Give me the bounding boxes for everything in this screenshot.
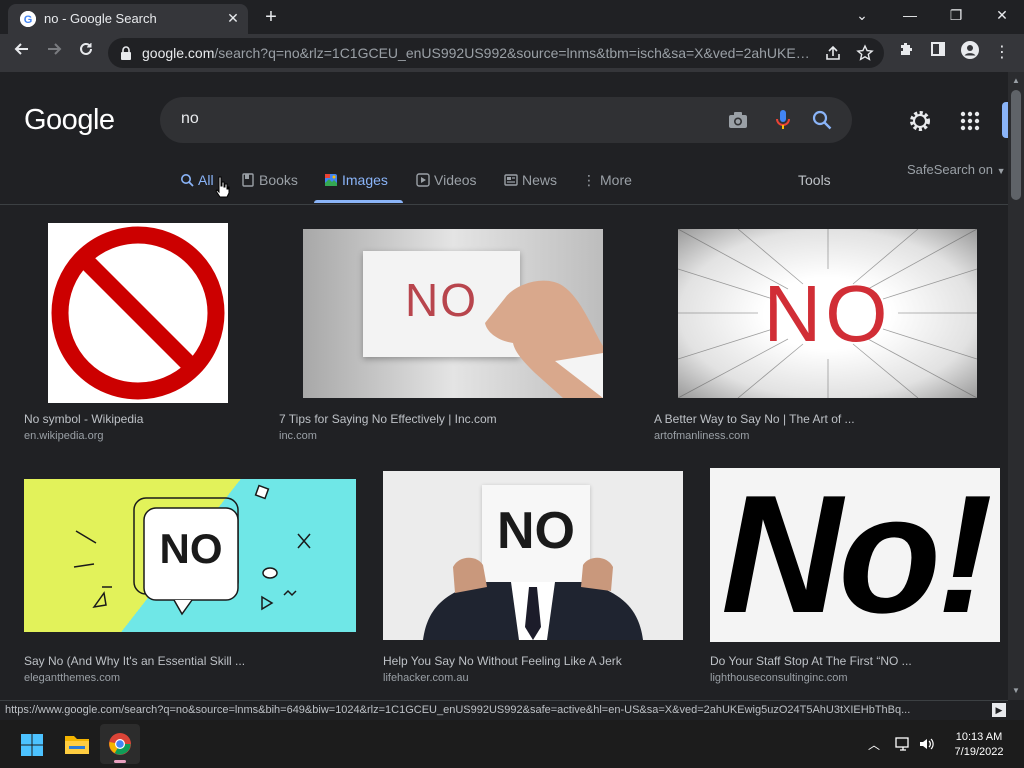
result-image[interactable]: NO	[383, 471, 683, 640]
bookmark-star-icon[interactable]	[856, 44, 874, 62]
side-panel-icon[interactable]	[926, 41, 950, 65]
scroll-up-icon[interactable]: ▲	[1012, 76, 1020, 85]
result-image[interactable]: NO	[303, 229, 603, 398]
status-url: https://www.google.com/search?q=no&sourc…	[5, 704, 911, 716]
address-bar[interactable]: google.com/search?q=no&rlz=1C1GCEU_enUS9…	[108, 38, 884, 68]
tab-news[interactable]: News	[504, 168, 557, 204]
settings-gear-icon[interactable]	[906, 107, 934, 135]
profile-avatar-icon[interactable]	[958, 41, 982, 65]
chrome-taskbar-button[interactable]	[100, 724, 140, 764]
link-status-bubble: https://www.google.com/search?q=no&sourc…	[0, 700, 1008, 720]
new-tab-button[interactable]: +	[260, 6, 282, 28]
result-image[interactable]: NO	[24, 479, 356, 632]
running-indicator	[114, 760, 126, 763]
volume-icon[interactable]	[918, 735, 936, 753]
url-text: google.com/search?q=no&rlz=1C1GCEU_enUS9…	[142, 45, 814, 61]
result-title[interactable]: No symbol - Wikipedia	[24, 412, 143, 426]
tools-button[interactable]: Tools	[798, 168, 831, 204]
image-text: No!	[721, 468, 993, 642]
tab-all[interactable]: All	[180, 168, 214, 204]
clock-date: 7/19/2022	[954, 746, 1004, 758]
play-icon	[416, 173, 430, 187]
image-icon	[325, 174, 337, 186]
search-icon[interactable]	[811, 109, 833, 131]
chrome-icon	[109, 733, 131, 755]
result-image[interactable]: No!	[710, 468, 1000, 642]
search-box[interactable]: no	[160, 97, 852, 143]
book-icon	[242, 173, 254, 187]
close-window-button[interactable]: ✕	[986, 4, 1018, 26]
tab-search-icon[interactable]: ⌄	[846, 4, 878, 26]
businessman-image	[423, 557, 643, 640]
search-icon	[181, 174, 194, 187]
clock-time: 10:13 AM	[955, 731, 1003, 743]
result-title[interactable]: Do Your Staff Stop At The First “NO ...	[710, 654, 912, 668]
vertical-scrollbar[interactable]: ▲ ▼	[1008, 72, 1024, 700]
tab-videos[interactable]: Videos	[416, 168, 477, 204]
scroll-right-icon[interactable]: ▶	[992, 703, 1006, 717]
reload-icon[interactable]	[74, 41, 98, 65]
result-title[interactable]: Help You Say No Without Feeling Like A J…	[383, 654, 622, 668]
google-apps-icon[interactable]	[956, 107, 984, 135]
image-text: NO	[159, 525, 223, 572]
result-title[interactable]: Say No (And Why It's an Essential Skill …	[24, 654, 245, 668]
header-divider	[0, 204, 1008, 205]
result-site: lighthouseconsultinginc.com	[710, 672, 848, 684]
result-site: artofmanliness.com	[654, 430, 750, 442]
tab-strip: G no - Google Search ✕ + ⌄ — ❐ ✕	[0, 0, 1024, 34]
camera-icon[interactable]	[727, 109, 749, 131]
scroll-down-icon[interactable]: ▼	[1012, 686, 1020, 695]
result-title[interactable]: A Better Way to Say No | The Art of ...	[654, 412, 855, 426]
hand-cursor-icon	[214, 176, 230, 198]
no-symbol-image	[51, 226, 225, 400]
result-site: elegantthemes.com	[24, 672, 120, 684]
tab-books[interactable]: Books	[241, 168, 298, 204]
network-icon[interactable]	[894, 735, 912, 753]
microphone-icon[interactable]	[772, 108, 794, 132]
page-content: Google no All Books Images Videos News ⋮…	[0, 72, 1008, 700]
news-icon	[504, 174, 518, 186]
windows-taskbar: ︿	[0, 720, 1024, 768]
forward-icon[interactable]	[42, 41, 66, 65]
google-favicon-icon: G	[20, 11, 36, 27]
restore-button[interactable]: ❐	[940, 4, 972, 26]
tab-images[interactable]: Images	[324, 168, 388, 204]
search-input[interactable]: no	[181, 110, 199, 128]
search-tabs: All Books Images Videos News ⋮ More Tools…	[0, 162, 1008, 204]
tab-more[interactable]: ⋮ More	[582, 168, 632, 204]
result-image[interactable]	[48, 223, 228, 403]
back-icon[interactable]	[10, 41, 34, 65]
chevron-down-icon: ▼	[996, 166, 1006, 176]
image-text: NO	[763, 269, 892, 358]
result-site: lifehacker.com.au	[383, 672, 469, 684]
minimize-button[interactable]: —	[894, 4, 926, 26]
more-vert-icon: ⋮	[582, 172, 596, 188]
browser-toolbar: google.com/search?q=no&rlz=1C1GCEU_enUS9…	[0, 34, 1024, 72]
windows-start-icon[interactable]	[20, 733, 44, 757]
result-image[interactable]: NO	[678, 229, 977, 398]
chevron-up-icon[interactable]: ︿	[868, 736, 880, 753]
tab-title: no - Google Search	[44, 11, 157, 26]
chrome-menu-icon[interactable]: ⋮	[990, 41, 1014, 65]
hand-image	[485, 280, 603, 398]
share-icon[interactable]	[824, 44, 842, 62]
extensions-icon[interactable]	[894, 41, 918, 65]
result-site: en.wikipedia.org	[24, 430, 104, 442]
lock-icon[interactable]	[118, 45, 134, 61]
active-tab-indicator	[314, 200, 403, 203]
scrollbar-thumb[interactable]	[1011, 90, 1021, 200]
safesearch-toggle[interactable]: SafeSearch on ▼	[907, 158, 1006, 194]
browser-tab[interactable]: G no - Google Search ✕	[8, 4, 248, 34]
close-tab-icon[interactable]: ✕	[224, 9, 242, 27]
google-logo[interactable]: Google	[24, 104, 115, 137]
file-explorer-icon[interactable]	[64, 732, 90, 756]
result-title[interactable]: 7 Tips for Saying No Effectively | Inc.c…	[279, 412, 497, 426]
system-clock[interactable]: 10:13 AM 7/19/2022	[944, 730, 1014, 760]
svg-text:G: G	[24, 14, 33, 26]
result-site: inc.com	[279, 430, 317, 442]
